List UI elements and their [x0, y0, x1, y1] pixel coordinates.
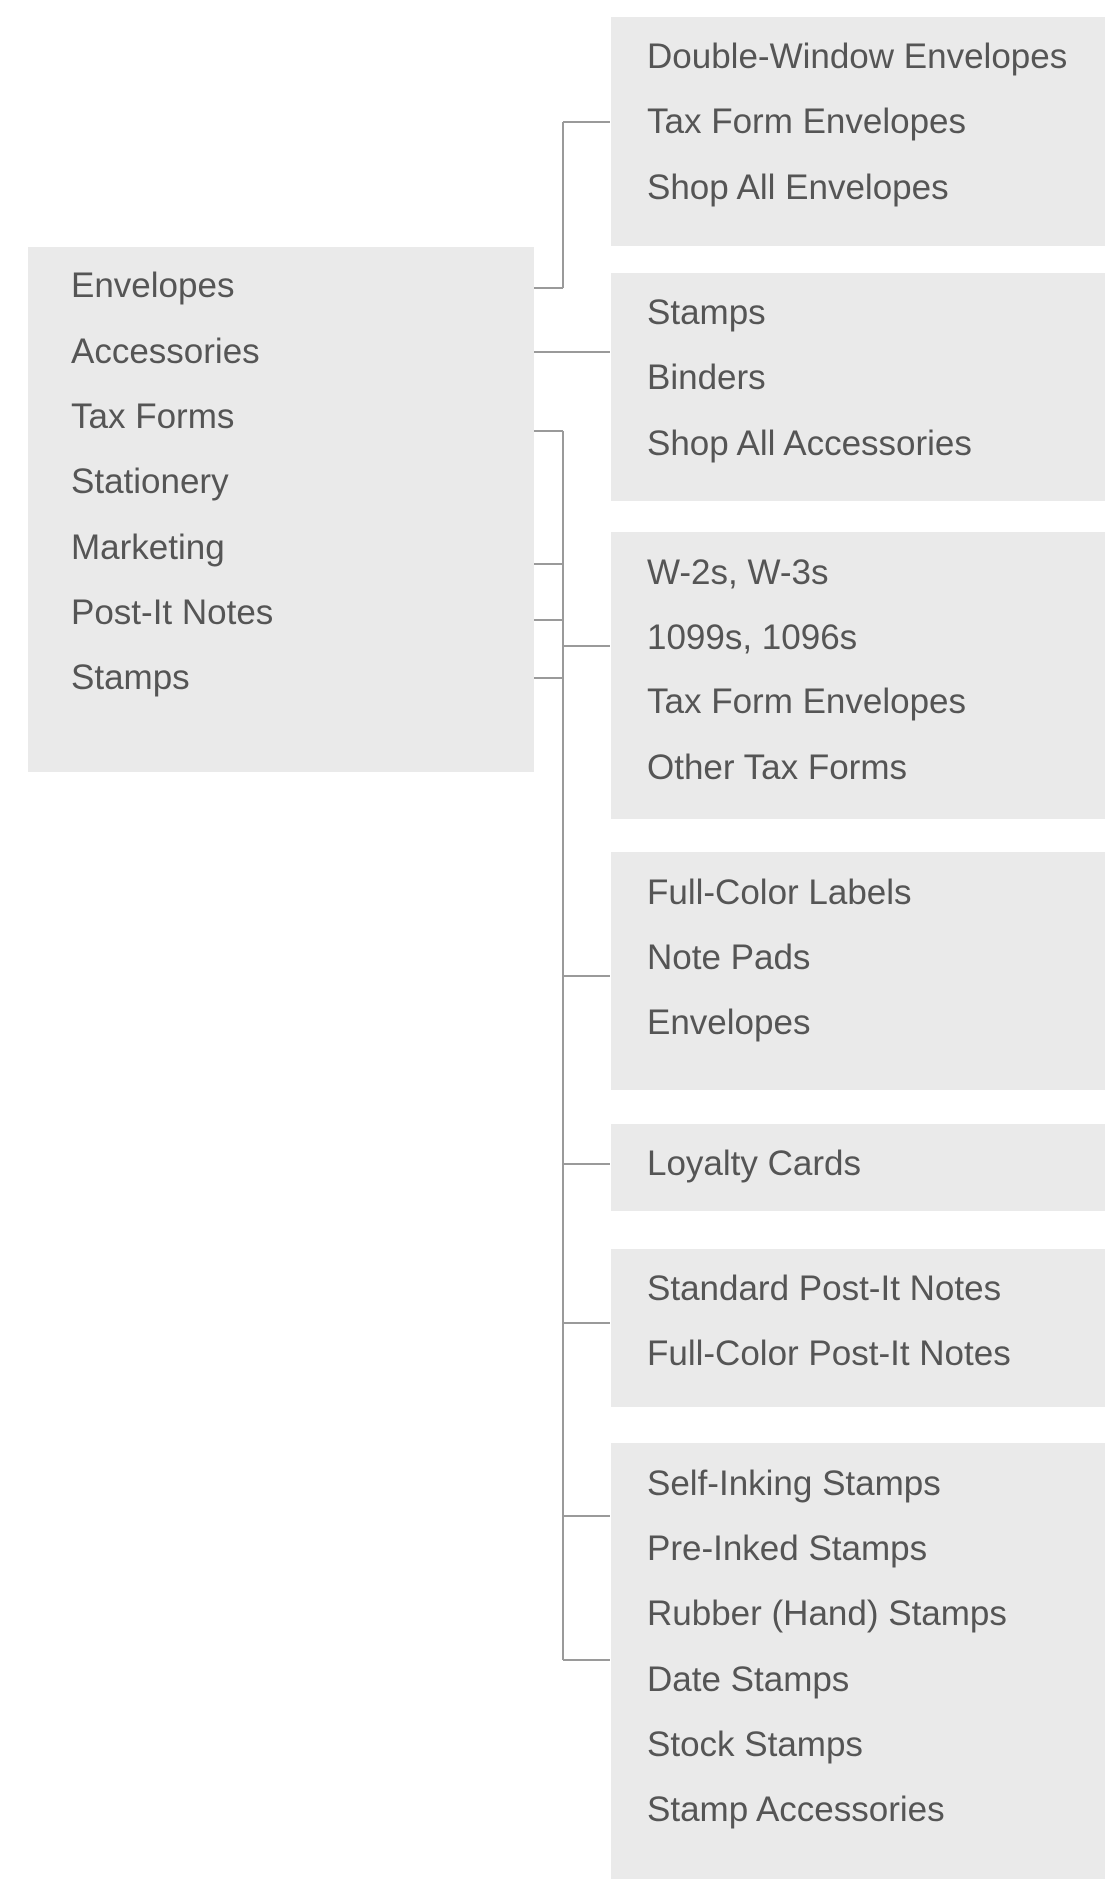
submenu-item-envelopes[interactable]: Envelopes: [647, 1003, 810, 1043]
submenu-item-full-color-post-it-notes[interactable]: Full-Color Post-It Notes: [647, 1334, 1011, 1374]
submenu-post-it-notes: Standard Post-It Notes Full-Color Post-I…: [611, 1249, 1105, 1407]
submenu-item-w2s-w3s[interactable]: W-2s, W-3s: [647, 553, 829, 593]
submenu-item-pre-inked-stamps[interactable]: Pre-Inked Stamps: [647, 1529, 927, 1569]
main-menu-item-stamps[interactable]: Stamps: [71, 658, 190, 698]
main-menu-panel: Envelopes Accessories Tax Forms Statione…: [28, 247, 534, 772]
submenu-envelopes: Double-Window Envelopes Tax Form Envelop…: [611, 17, 1105, 246]
submenu-item-shop-all-envelopes[interactable]: Shop All Envelopes: [647, 168, 949, 208]
main-menu-item-accessories[interactable]: Accessories: [71, 332, 260, 372]
main-menu-item-stationery[interactable]: Stationery: [71, 462, 229, 502]
submenu-item-shop-all-accessories[interactable]: Shop All Accessories: [647, 424, 972, 464]
submenu-item-standard-post-it-notes[interactable]: Standard Post-It Notes: [647, 1269, 1001, 1309]
submenu-accessories: Stamps Binders Shop All Accessories: [611, 273, 1105, 501]
submenu-item-tax-form-envelopes[interactable]: Tax Form Envelopes: [647, 102, 966, 142]
submenu-item-date-stamps[interactable]: Date Stamps: [647, 1660, 849, 1700]
main-menu-item-marketing[interactable]: Marketing: [71, 528, 225, 568]
submenu-item-rubber-hand-stamps[interactable]: Rubber (Hand) Stamps: [647, 1594, 1007, 1634]
submenu-marketing: Loyalty Cards: [611, 1124, 1105, 1211]
submenu-item-full-color-labels[interactable]: Full-Color Labels: [647, 873, 912, 913]
submenu-item-other-tax-forms[interactable]: Other Tax Forms: [647, 748, 907, 788]
submenu-item-tax-form-envelopes-2[interactable]: Tax Form Envelopes: [647, 682, 966, 722]
submenu-stamps: Self-Inking Stamps Pre-Inked Stamps Rubb…: [611, 1443, 1105, 1879]
submenu-item-1099s-1096s[interactable]: 1099s, 1096s: [647, 618, 857, 658]
submenu-item-binders[interactable]: Binders: [647, 358, 766, 398]
submenu-item-stamps[interactable]: Stamps: [647, 293, 766, 333]
submenu-tax-forms: W-2s, W-3s 1099s, 1096s Tax Form Envelop…: [611, 532, 1105, 819]
submenu-item-note-pads[interactable]: Note Pads: [647, 938, 810, 978]
main-menu-item-post-it-notes[interactable]: Post-It Notes: [71, 593, 273, 633]
submenu-item-stamp-accessories[interactable]: Stamp Accessories: [647, 1790, 945, 1830]
submenu-stationery: Full-Color Labels Note Pads Envelopes: [611, 852, 1105, 1090]
main-menu-item-envelopes[interactable]: Envelopes: [71, 266, 234, 306]
submenu-item-double-window-envelopes[interactable]: Double-Window Envelopes: [647, 37, 1067, 77]
submenu-item-stock-stamps[interactable]: Stock Stamps: [647, 1725, 863, 1765]
submenu-item-self-inking-stamps[interactable]: Self-Inking Stamps: [647, 1464, 941, 1504]
submenu-item-loyalty-cards[interactable]: Loyalty Cards: [647, 1144, 861, 1184]
main-menu-item-tax-forms[interactable]: Tax Forms: [71, 397, 234, 437]
